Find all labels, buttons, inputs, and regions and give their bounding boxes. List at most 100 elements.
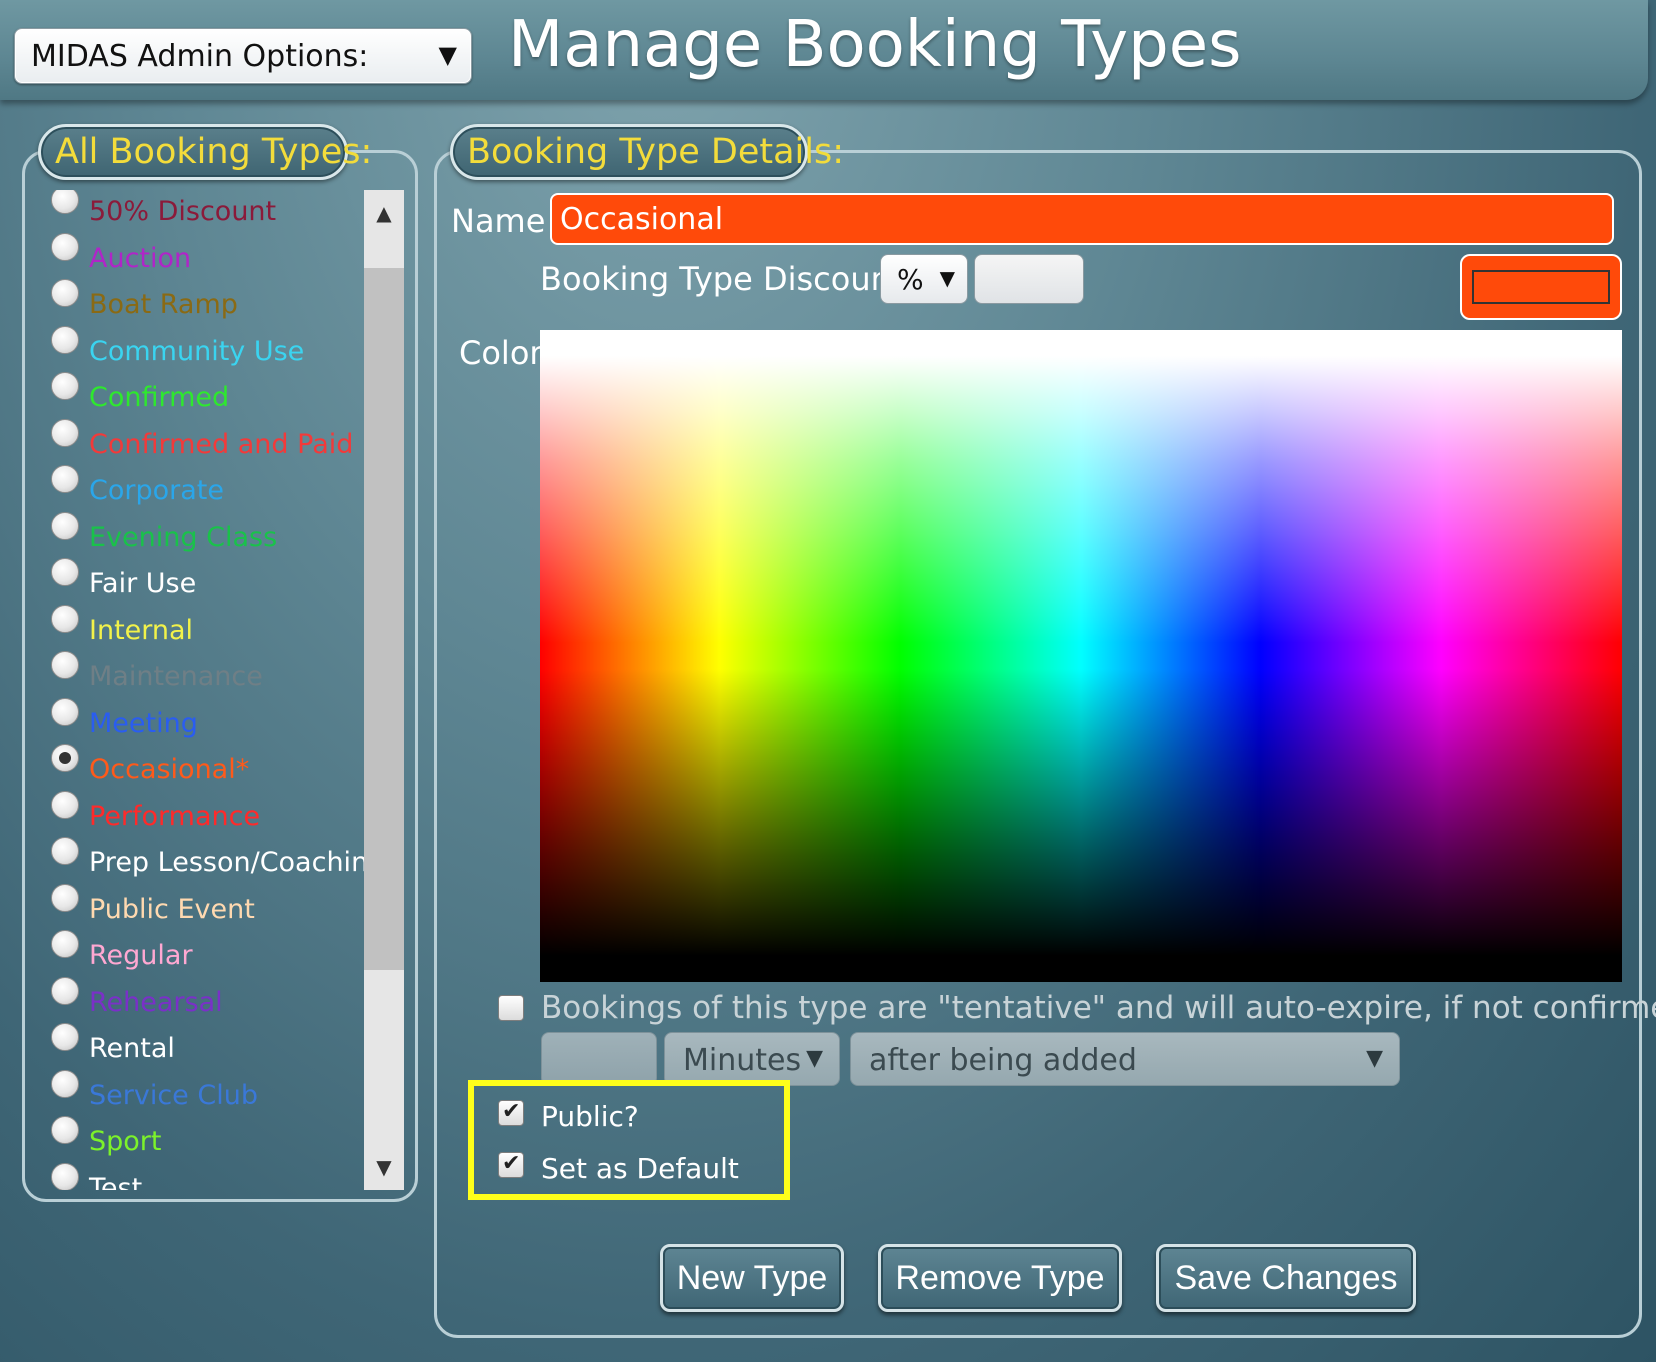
- list-item-label: Confirmed: [89, 382, 230, 413]
- radio-button[interactable]: [51, 698, 79, 726]
- list-item-label: Confirmed and Paid: [89, 429, 354, 460]
- public-checkbox[interactable]: ✔: [498, 1099, 524, 1126]
- public-label: Public?: [541, 1100, 639, 1133]
- chevron-down-icon: ▼: [939, 266, 955, 290]
- list-item[interactable]: Meeting: [48, 698, 364, 748]
- list-item[interactable]: Rehearsal: [48, 977, 364, 1027]
- list-item-label: Internal: [89, 615, 194, 646]
- scroll-down-icon[interactable]: ▼: [364, 1144, 404, 1190]
- list-item-label: Occasional*: [89, 754, 250, 785]
- discount-label: Booking Type Discount: [540, 260, 904, 298]
- list-item-label: Maintenance: [89, 661, 263, 692]
- list-item[interactable]: Public Event: [48, 884, 364, 934]
- list-item-label: Community Use: [89, 336, 305, 367]
- default-label: Set as Default: [541, 1152, 739, 1185]
- radio-button[interactable]: [51, 744, 79, 772]
- list-item-label: 50% Discount: [89, 196, 277, 227]
- radio-button[interactable]: [51, 326, 79, 354]
- radio-button[interactable]: [51, 1023, 79, 1051]
- radio-button[interactable]: [51, 651, 79, 679]
- scroll-up-icon[interactable]: ▲: [364, 190, 404, 236]
- list-item[interactable]: Performance: [48, 791, 364, 841]
- list-item[interactable]: Sport: [48, 1116, 364, 1166]
- radio-button[interactable]: [51, 558, 79, 586]
- list-item[interactable]: Occasional*: [48, 744, 364, 794]
- chevron-down-icon: ▼: [806, 1046, 823, 1071]
- list-item[interactable]: Rental: [48, 1023, 364, 1073]
- color-label: Color: [459, 334, 543, 372]
- list-item[interactable]: Fair Use: [48, 558, 364, 608]
- list-item[interactable]: Prep Lesson/Coaching: [48, 837, 364, 887]
- list-item-label: Auction: [89, 243, 192, 274]
- list-item[interactable]: Evening Class: [48, 512, 364, 562]
- list-item-label: Fair Use: [89, 568, 197, 599]
- app-window: MIDAS Admin Options: ▼ Manage Booking Ty…: [0, 0, 1656, 1362]
- list-item[interactable]: 50% Discount: [48, 190, 364, 236]
- list-item-label: Regular: [89, 940, 193, 971]
- list-item[interactable]: Regular: [48, 930, 364, 980]
- expire-unit-value: Minutes: [683, 1043, 802, 1078]
- details-legend: Booking Type Details:: [450, 124, 844, 180]
- radio-button[interactable]: [51, 465, 79, 493]
- remove-type-button[interactable]: Remove Type: [878, 1244, 1122, 1312]
- list-item-label: Boat Ramp: [89, 289, 238, 320]
- expire-when-select[interactable]: after being added ▼: [850, 1032, 1400, 1086]
- list-item-label: Rental: [89, 1033, 175, 1064]
- radio-button[interactable]: [51, 190, 79, 214]
- list-item[interactable]: Confirmed and Paid: [48, 419, 364, 469]
- new-type-button[interactable]: New Type: [660, 1244, 844, 1312]
- name-input[interactable]: [550, 193, 1614, 245]
- list-item-label: Prep Lesson/Coaching: [89, 847, 364, 878]
- name-label: Name: [451, 202, 546, 240]
- list-item-label: Service Club: [89, 1080, 258, 1111]
- booking-types-list: 50% Discount Auction Boat Ramp Community Us…: [48, 190, 364, 1190]
- list-item[interactable]: Auction: [48, 233, 364, 283]
- admin-options-dropdown[interactable]: MIDAS Admin Options: ▼: [14, 28, 472, 84]
- radio-button[interactable]: [51, 884, 79, 912]
- list-item-label: Public Event: [89, 894, 255, 925]
- checkmark-icon: ✔: [502, 1099, 521, 1124]
- discount-value-input[interactable]: [974, 254, 1084, 304]
- list-item[interactable]: Corporate: [48, 465, 364, 515]
- tentative-checkbox[interactable]: [498, 995, 524, 1021]
- chevron-down-icon: ▼: [1366, 1046, 1383, 1071]
- list-item[interactable]: Community Use: [48, 326, 364, 376]
- discount-unit-value: %: [897, 263, 924, 296]
- radio-button[interactable]: [51, 372, 79, 400]
- radio-button[interactable]: [51, 419, 79, 447]
- radio-button[interactable]: [51, 1163, 79, 1190]
- color-swatch-inner: [1472, 270, 1610, 304]
- radio-button[interactable]: [51, 279, 79, 307]
- list-item[interactable]: Confirmed: [48, 372, 364, 422]
- tentative-label: Bookings of this type are "tentative" an…: [541, 990, 1656, 1026]
- discount-unit-select[interactable]: % ▼: [880, 254, 968, 304]
- radio-button[interactable]: [51, 605, 79, 633]
- expire-unit-select[interactable]: Minutes ▼: [664, 1032, 840, 1086]
- radio-button[interactable]: [51, 977, 79, 1005]
- checkmark-icon: ✔: [502, 1151, 521, 1176]
- scroll-thumb[interactable]: [364, 268, 404, 970]
- list-item[interactable]: Test: [48, 1163, 364, 1190]
- expire-amount-input[interactable]: [541, 1032, 657, 1086]
- list-item[interactable]: Boat Ramp: [48, 279, 364, 329]
- radio-button[interactable]: [51, 791, 79, 819]
- default-checkbox[interactable]: ✔: [498, 1151, 524, 1178]
- radio-button[interactable]: [51, 1070, 79, 1098]
- save-changes-button[interactable]: Save Changes: [1156, 1244, 1416, 1312]
- radio-button[interactable]: [51, 1116, 79, 1144]
- radio-button[interactable]: [51, 837, 79, 865]
- radio-button[interactable]: [51, 930, 79, 958]
- list-scrollbar[interactable]: ▲ ▼: [364, 190, 404, 1190]
- booking-types-legend: All Booking Types:: [38, 124, 372, 180]
- chevron-down-icon: ▼: [438, 41, 457, 69]
- radio-button[interactable]: [51, 233, 79, 261]
- list-item[interactable]: Internal: [48, 605, 364, 655]
- radio-button[interactable]: [51, 512, 79, 540]
- color-picker-grid[interactable]: [540, 330, 1622, 982]
- list-item[interactable]: Service Club: [48, 1070, 364, 1120]
- list-item[interactable]: Maintenance: [48, 651, 364, 701]
- header-bar: MIDAS Admin Options: ▼ Manage Booking Ty…: [0, 0, 1648, 100]
- list-item-label: Sport: [89, 1126, 162, 1157]
- list-item-label: Corporate: [89, 475, 224, 506]
- selected-color-swatch[interactable]: [1460, 254, 1622, 320]
